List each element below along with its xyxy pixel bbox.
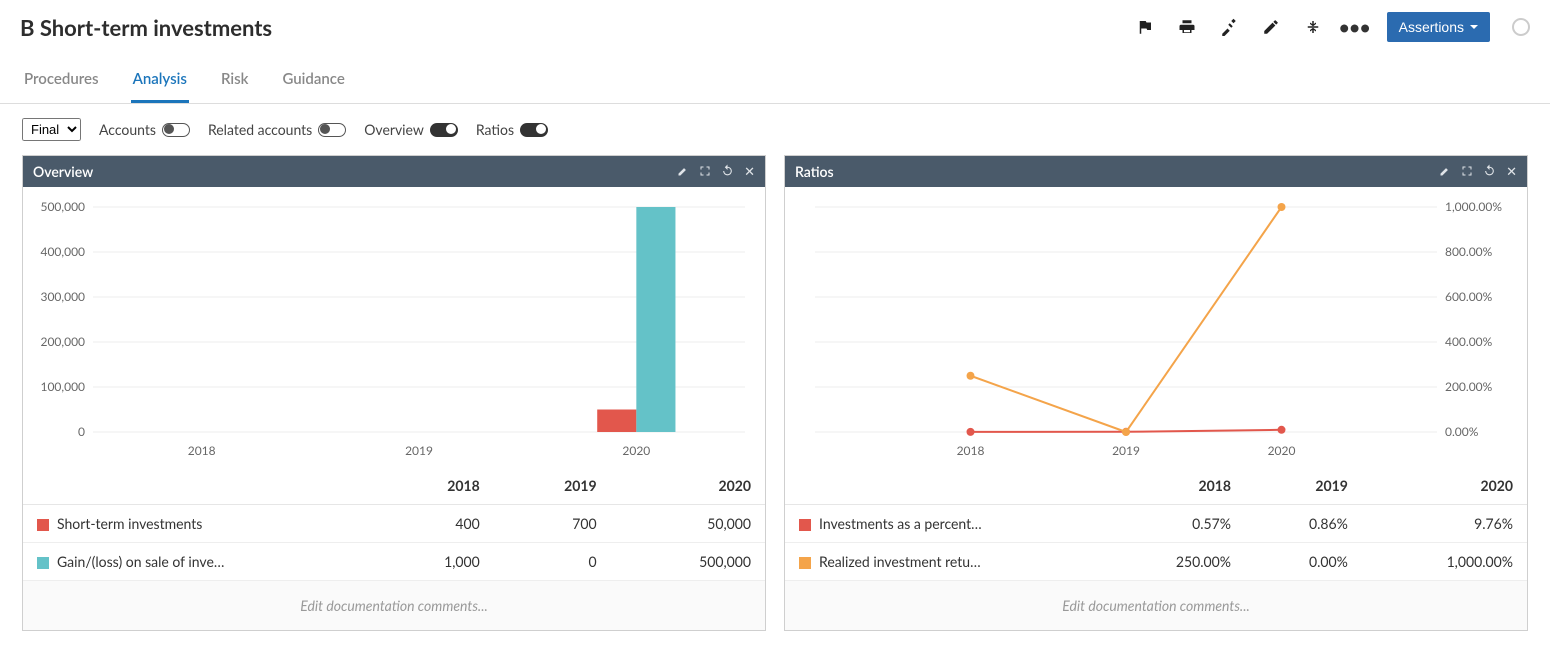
panel-edit-icon[interactable] xyxy=(677,164,689,180)
more-icon[interactable]: ••• xyxy=(1345,17,1365,37)
toggle-accounts[interactable] xyxy=(162,123,190,137)
panel-close-icon[interactable]: ✕ xyxy=(744,163,755,180)
toggle-accounts-label: Accounts xyxy=(99,121,156,138)
ratios-chart: 0.00% 200.00% 400.00% 600.00% 800.00% 1,000.0… xyxy=(785,187,1527,467)
svg-text:200.00%: 200.00% xyxy=(1445,379,1493,394)
svg-text:600.00%: 600.00% xyxy=(1445,289,1493,304)
svg-text:2018: 2018 xyxy=(957,443,985,458)
cell: 400 xyxy=(371,505,494,543)
cell: 9.76% xyxy=(1362,505,1527,543)
panel-ratios: Ratios ✕ 0.00% 200.00% 400.00% 600.00% 800.0… xyxy=(784,155,1528,631)
panel-undo-icon[interactable] xyxy=(721,164,734,180)
cell: 0.86% xyxy=(1245,505,1362,543)
panel-ratios-title: Ratios xyxy=(795,163,834,180)
toggle-overview-label: Overview xyxy=(364,121,424,138)
svg-text:2018: 2018 xyxy=(188,443,216,458)
overview-col-2018: 2018 xyxy=(371,467,494,505)
tab-guidance[interactable]: Guidance xyxy=(280,60,346,103)
svg-text:500,000: 500,000 xyxy=(41,199,86,214)
toolbar: ••• Assertions xyxy=(1135,12,1530,42)
toggle-accounts-group: Accounts xyxy=(99,121,190,138)
svg-text:800.00%: 800.00% xyxy=(1445,244,1493,259)
toggle-ratios-label: Ratios xyxy=(476,121,514,138)
tabs: Procedures Analysis Risk Guidance xyxy=(0,60,1550,104)
row-label: Gain/(loss) on sale of inve… xyxy=(57,553,224,570)
row-label: Investments as a percent… xyxy=(819,515,982,532)
panel-overview-title: Overview xyxy=(33,163,93,180)
svg-text:400.00%: 400.00% xyxy=(1445,334,1493,349)
panel-overview: Overview ✕ 0 100,000 200,000 300,000 400,000… xyxy=(22,155,766,631)
page-title: B Short-term investments xyxy=(20,14,272,41)
toggle-ratios[interactable] xyxy=(520,123,548,137)
svg-text:300,000: 300,000 xyxy=(41,289,86,304)
svg-text:0.00%: 0.00% xyxy=(1445,424,1479,439)
swatch-icon xyxy=(37,557,49,569)
toggle-ratios-group: Ratios xyxy=(476,121,548,138)
table-row[interactable]: Gain/(loss) on sale of inve… 1,000 0 500… xyxy=(23,543,765,581)
swatch-icon xyxy=(37,519,49,531)
swatch-icon xyxy=(799,519,811,531)
edit-icon[interactable] xyxy=(1261,17,1281,37)
controls-row: Final Accounts Related accounts Overview… xyxy=(0,104,1550,155)
swatch-icon xyxy=(799,557,811,569)
cell: 1,000 xyxy=(371,543,494,581)
svg-text:100,000: 100,000 xyxy=(41,379,86,394)
status-indicator[interactable] xyxy=(1512,18,1530,36)
svg-text:2019: 2019 xyxy=(1112,443,1140,458)
tab-risk[interactable]: Risk xyxy=(219,60,251,103)
row-label: Realized investment retu… xyxy=(819,553,981,570)
toggle-related-label: Related accounts xyxy=(208,121,312,138)
overview-table: 2018 2019 2020 Short-term investments 40… xyxy=(23,467,765,581)
ratios-edit-comments[interactable]: Edit documentation comments... xyxy=(785,581,1527,630)
cell: 500,000 xyxy=(611,543,765,581)
panel-expand-icon[interactable] xyxy=(699,164,711,180)
svg-text:2020: 2020 xyxy=(622,443,650,458)
toggle-related-group: Related accounts xyxy=(208,121,346,138)
tools-icon[interactable] xyxy=(1219,17,1239,37)
svg-text:1,000.00%: 1,000.00% xyxy=(1445,199,1502,214)
overview-chart: 0 100,000 200,000 300,000 400,000 500,000 2018… xyxy=(23,187,765,467)
svg-text:0: 0 xyxy=(78,424,85,439)
cell: 700 xyxy=(494,505,611,543)
ratios-col-2018: 2018 xyxy=(1100,467,1245,505)
table-row[interactable]: Investments as a percent… 0.57% 0.86% 9.… xyxy=(785,505,1527,543)
svg-text:400,000: 400,000 xyxy=(41,244,86,259)
print-icon[interactable] xyxy=(1177,17,1197,37)
toggle-overview[interactable] xyxy=(430,123,458,137)
flag-icon[interactable] xyxy=(1135,17,1155,37)
cell: 0.57% xyxy=(1100,505,1245,543)
svg-text:200,000: 200,000 xyxy=(41,334,86,349)
ratios-table: 2018 2019 2020 Investments as a percent…… xyxy=(785,467,1527,581)
cell: 250.00% xyxy=(1100,543,1245,581)
toggle-overview-group: Overview xyxy=(364,121,458,138)
cell: 0.00% xyxy=(1245,543,1362,581)
toggle-related[interactable] xyxy=(318,123,346,137)
period-dropdown[interactable]: Final xyxy=(22,118,81,141)
row-label: Short-term investments xyxy=(57,515,202,532)
panel-close-icon[interactable]: ✕ xyxy=(1506,163,1517,180)
cell: 50,000 xyxy=(611,505,765,543)
cell: 0 xyxy=(494,543,611,581)
cell: 1,000.00% xyxy=(1362,543,1527,581)
svg-text:2020: 2020 xyxy=(1268,443,1296,458)
assertions-button[interactable]: Assertions xyxy=(1387,12,1490,42)
tab-procedures[interactable]: Procedures xyxy=(22,60,101,103)
panel-expand-icon[interactable] xyxy=(1461,164,1473,180)
svg-text:2019: 2019 xyxy=(405,443,433,458)
panel-edit-icon[interactable] xyxy=(1439,164,1451,180)
table-row[interactable]: Short-term investments 400 700 50,000 xyxy=(23,505,765,543)
overview-edit-comments[interactable]: Edit documentation comments... xyxy=(23,581,765,630)
ratios-col-2020: 2020 xyxy=(1362,467,1527,505)
divide-icon[interactable] xyxy=(1303,17,1323,37)
table-row[interactable]: Realized investment retu… 250.00% 0.00% … xyxy=(785,543,1527,581)
panel-undo-icon[interactable] xyxy=(1483,164,1496,180)
ratios-col-2019: 2019 xyxy=(1245,467,1362,505)
overview-col-2020: 2020 xyxy=(611,467,765,505)
tab-analysis[interactable]: Analysis xyxy=(131,60,189,103)
overview-col-2019: 2019 xyxy=(494,467,611,505)
